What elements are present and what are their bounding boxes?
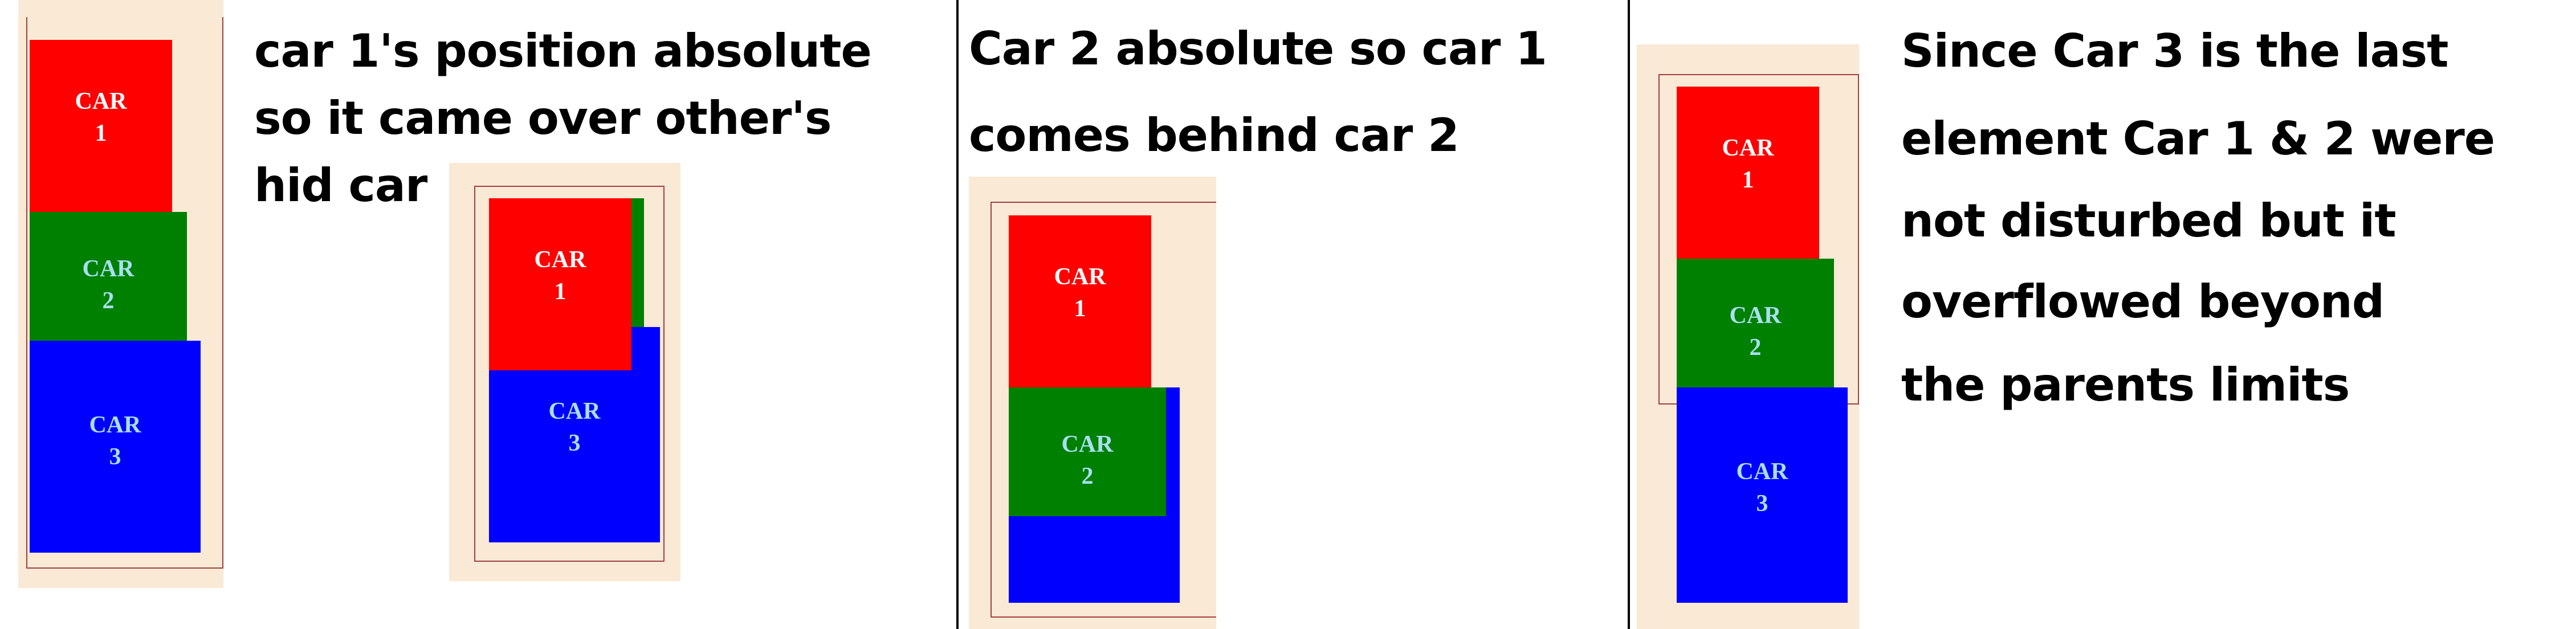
car-1-label: CAR 1: [1054, 264, 1106, 322]
car-1-box: CAR 1: [489, 198, 631, 370]
caption-panel-1-line-3: hid car: [254, 159, 427, 212]
caption-panel-3-line-3: not disturbed but it: [1901, 194, 2396, 247]
panel-divider-1: [956, 0, 959, 629]
car-2-box: CAR 2: [1009, 387, 1166, 516]
car-1-label: CAR 1: [75, 88, 127, 146]
caption-panel-2-line-1: Car 2 absolute so car 1: [969, 22, 1547, 75]
car-2-label: CAR 2: [1061, 431, 1114, 489]
car-3-label: CAR 3: [89, 412, 141, 470]
panel-divider-2: [1628, 0, 1630, 629]
car-3-label: CAR 3: [1736, 459, 1788, 517]
car-1-box: CAR 1: [30, 40, 172, 212]
parent-container-normal-flow: CAR 1 CAR 2 CAR 3: [18, 0, 223, 588]
car-3-box: CAR 3: [30, 341, 201, 553]
car-3-box: CAR 3: [1677, 387, 1848, 603]
caption-panel-3-line-1: Since Car 3 is the last: [1901, 24, 2448, 77]
caption-panel-3-line-5: the parents limits: [1901, 358, 2350, 411]
car-2-label: CAR 2: [1729, 303, 1782, 361]
parent-container-car3-last: CAR 1 CAR 2 CAR 3: [1637, 44, 1859, 629]
caption-panel-3-line-4: overflowed beyond: [1901, 275, 2385, 328]
parent-container-car2-absolute: CAR 2 CAR 1: [969, 177, 1216, 629]
car-1-label: CAR 1: [1722, 135, 1774, 193]
car-2-box: CAR 2: [1677, 259, 1834, 387]
car-2-label: CAR 2: [82, 256, 134, 314]
car-1-box: CAR 1: [1677, 87, 1819, 259]
caption-panel-3-line-2: element Car 1 & 2 were: [1901, 112, 2495, 165]
car-3-label: CAR 3: [548, 398, 601, 456]
car-1-box: CAR 1: [1009, 215, 1151, 387]
caption-panel-1-line-1: car 1's position absolute: [254, 24, 872, 77]
caption-panel-2-line-2: comes behind car 2: [969, 109, 1460, 162]
car-2-box: CAR 2: [30, 212, 187, 341]
caption-panel-1-line-2: so it came over other's: [254, 92, 832, 145]
car-1-label: CAR 1: [534, 247, 586, 305]
parent-container-car1-absolute: CAR 3 CAR 1: [449, 163, 680, 581]
